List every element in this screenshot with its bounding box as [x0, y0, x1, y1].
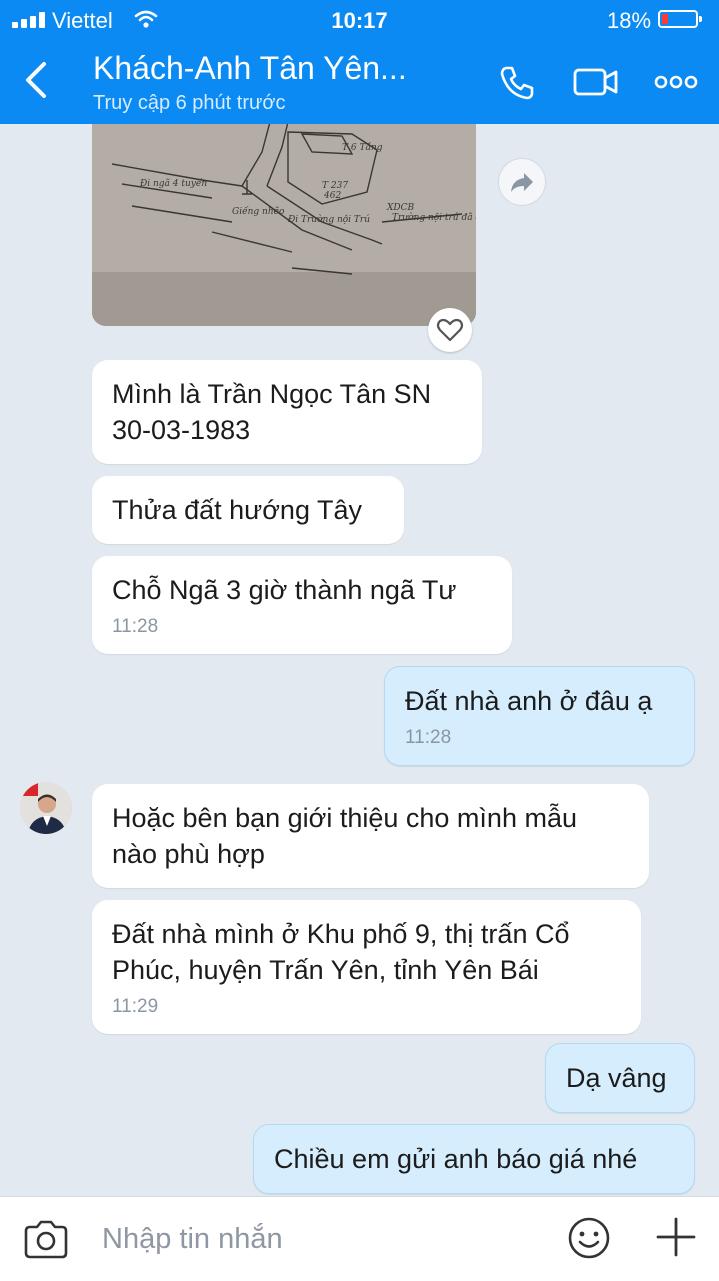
message-text: Thửa đất hướng Tây	[112, 495, 362, 525]
contact-name[interactable]: Khách-Anh Tân Yên...	[93, 50, 407, 87]
more-icon[interactable]	[653, 60, 699, 104]
sketch-drawing: Đi ngã 4 tuyến Giếng nhẽo Đi Trường nội …	[92, 124, 476, 326]
svg-text:XDCB: XDCB	[386, 203, 415, 213]
message-bubble-outgoing[interactable]: Đất nhà anh ở đâu ạ 11:28	[384, 666, 695, 766]
status-bar: Viettel 10:17 18%	[0, 0, 719, 40]
message-bubble-outgoing[interactable]: Dạ vâng	[545, 1043, 695, 1113]
message-bubble[interactable]: Hoặc bên bạn giới thiệu cho mình mẫu nào…	[92, 784, 649, 888]
battery-icon	[658, 10, 702, 28]
plus-icon[interactable]	[654, 1215, 698, 1259]
svg-text:Đi Trường nội Trú: Đi Trường nội Trú	[287, 214, 370, 225]
back-icon[interactable]	[20, 58, 52, 102]
message-text: Hoặc bên bạn giới thiệu cho mình mẫu nào…	[112, 803, 577, 869]
message-input[interactable]: Nhập tin nhắn	[102, 1223, 283, 1256]
contact-avatar-image	[20, 782, 72, 834]
message-bubble[interactable]: Mình là Trần Ngọc Tân SN 30-03-1983	[92, 360, 482, 464]
message-bubble[interactable]: Thửa đất hướng Tây	[92, 476, 404, 544]
message-text: Chỗ Ngã 3 giờ thành ngã Tư	[112, 575, 457, 605]
svg-text:Trường nội trú đã đặc: Trường nội trú đã đặc	[392, 212, 476, 223]
chat-header: Khách-Anh Tân Yên... Truy cập 6 phút trư…	[0, 40, 719, 124]
message-text: Mình là Trần Ngọc Tân SN 30-03-1983	[112, 379, 432, 445]
message-text: Chiều em gửi anh báo giá nhé	[274, 1144, 638, 1174]
message-list[interactable]: Đi ngã 4 tuyến Giếng nhẽo Đi Trường nội …	[0, 124, 719, 1196]
land-sketch-photo[interactable]: Đi ngã 4 tuyến Giếng nhẽo Đi Trường nội …	[92, 124, 476, 326]
message-bubble[interactable]: Đất nhà mình ở Khu phố 9, thị trấn Cổ Ph…	[92, 900, 641, 1034]
svg-text:T 237: T 237	[322, 181, 348, 191]
camera-icon[interactable]	[22, 1217, 70, 1261]
message-input-bar: Nhập tin nhắn	[0, 1196, 719, 1281]
message-text: Đất nhà mình ở Khu phố 9, thị trấn Cổ Ph…	[112, 919, 570, 985]
avatar[interactable]	[20, 782, 72, 834]
message-time: 11:28	[112, 616, 159, 637]
message-bubble[interactable]: Chỗ Ngã 3 giờ thành ngã Tư 11:28	[92, 556, 512, 654]
like-button[interactable]	[428, 308, 472, 352]
video-call-icon[interactable]	[572, 60, 620, 104]
forward-icon	[511, 173, 533, 192]
forward-button[interactable]	[498, 158, 546, 206]
battery-level	[662, 14, 668, 24]
heart-icon	[436, 318, 464, 342]
emoji-icon[interactable]	[566, 1215, 612, 1261]
svg-text:462: 462	[323, 191, 341, 201]
message-bubble-outgoing[interactable]: Chiều em gửi anh báo giá nhé	[253, 1124, 695, 1194]
battery-percent: 18%	[607, 8, 652, 33]
last-seen: Truy cập 6 phút trước	[93, 92, 286, 114]
message-time: 11:28	[405, 727, 452, 748]
svg-text:Đi ngã 4 tuyến: Đi ngã 4 tuyến	[139, 178, 207, 189]
message-text: Đất nhà anh ở đâu ạ	[405, 686, 653, 716]
svg-text:T 6 Tầng: T 6 Tầng	[342, 142, 383, 153]
message-time: 11:29	[112, 996, 159, 1017]
message-text: Dạ vâng	[566, 1063, 667, 1093]
phone-icon[interactable]	[496, 60, 540, 104]
svg-text:Giếng nhẽo: Giếng nhẽo	[232, 206, 285, 217]
